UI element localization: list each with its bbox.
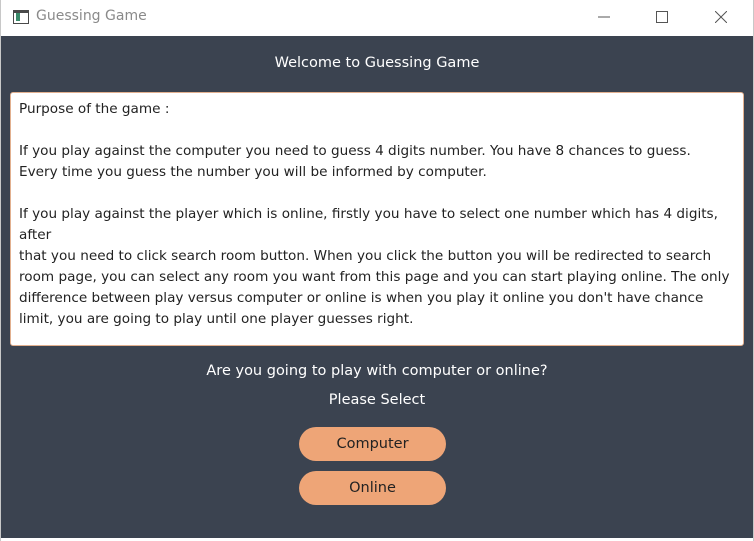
- description-line: limit, you are going to play until one p…: [19, 311, 414, 327]
- title-bar[interactable]: Guessing Game: [1, 0, 753, 36]
- game-description-textarea[interactable]: Purpose of the game : If you play agains…: [10, 92, 744, 346]
- close-icon: [715, 11, 727, 23]
- description-line: room page, you can select any room you w…: [19, 269, 730, 285]
- minimize-icon: [598, 16, 610, 18]
- close-button[interactable]: [698, 0, 744, 34]
- welcome-heading: Welcome to Guessing Game: [274, 55, 480, 71]
- description-line: difference between play versus computer …: [19, 290, 704, 306]
- window-title: Guessing Game: [36, 8, 147, 24]
- maximize-button[interactable]: [639, 0, 685, 34]
- description-line: Every time you guess the number you will…: [19, 164, 487, 180]
- minimize-button[interactable]: [581, 0, 627, 34]
- description-line: If you play against the computer you nee…: [19, 143, 691, 159]
- play-mode-question: Are you going to play with computer or o…: [206, 363, 548, 379]
- description-line: that you need to click search room butto…: [19, 248, 712, 264]
- maximize-icon: [656, 11, 668, 23]
- app-window: Guessing Game Welcome to Guessing Game P…: [0, 0, 754, 541]
- description-heading: Purpose of the game :: [19, 101, 170, 117]
- description-line: If you play against the player which is …: [19, 206, 723, 243]
- app-icon: [13, 10, 29, 24]
- online-button[interactable]: Online: [299, 471, 446, 505]
- computer-button[interactable]: Computer: [299, 427, 446, 461]
- please-select-label: Please Select: [328, 392, 426, 408]
